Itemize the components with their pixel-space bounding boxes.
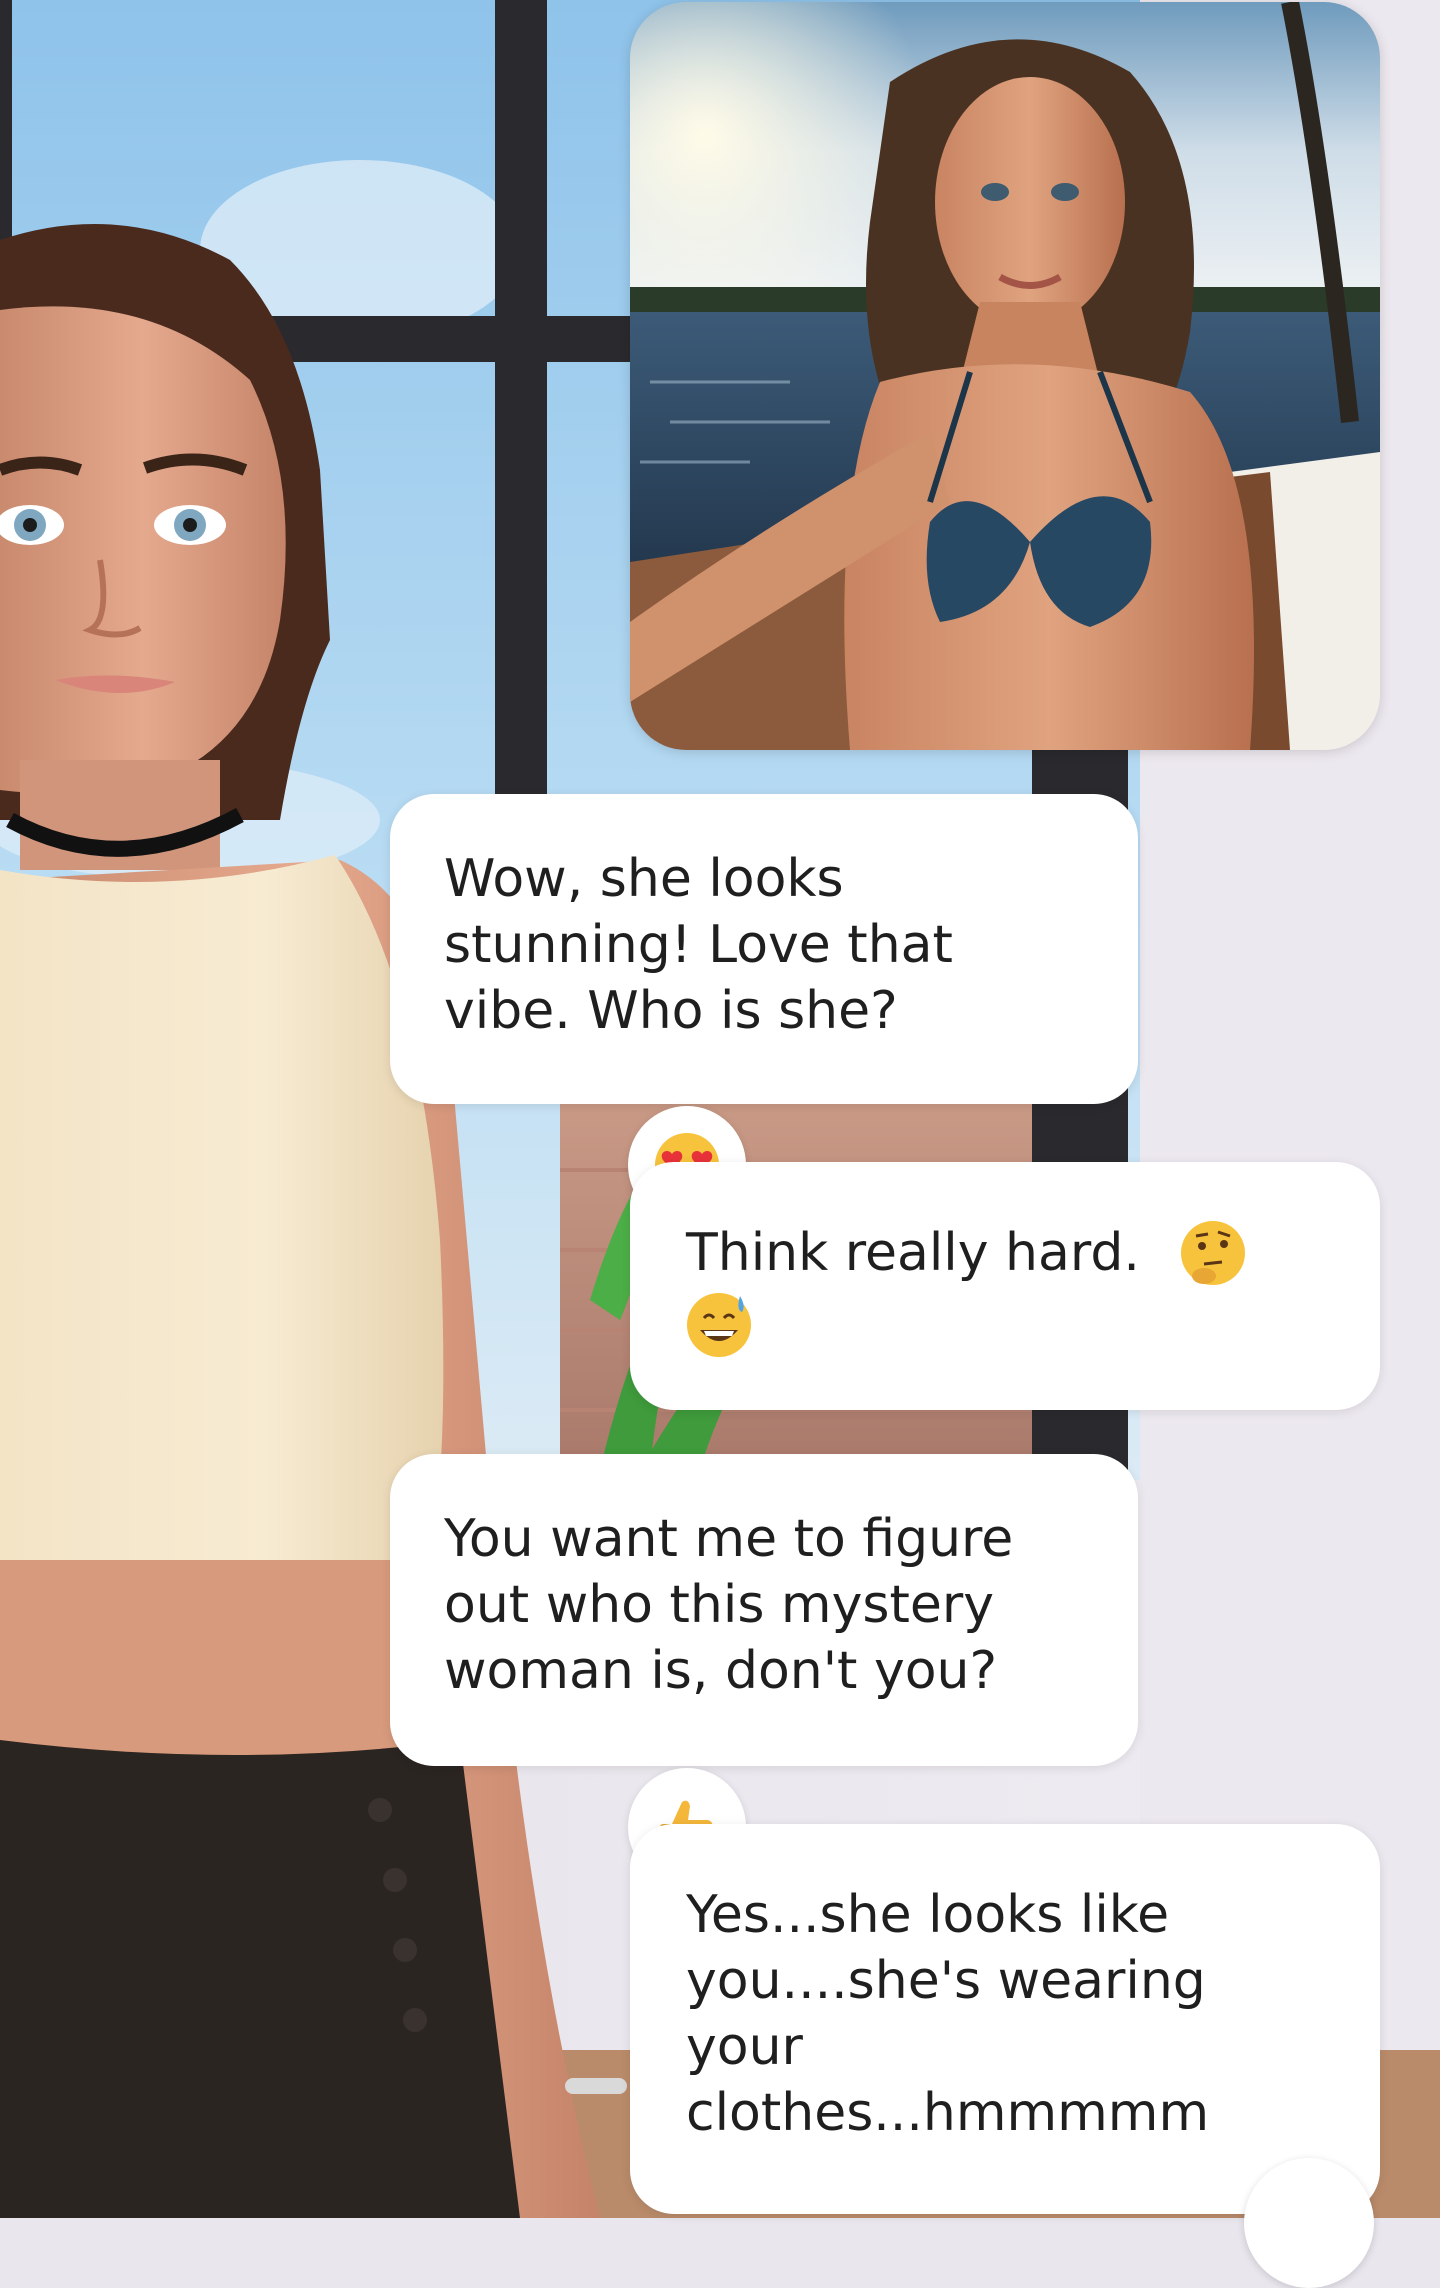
message-text: Think really hard. bbox=[686, 1223, 1140, 1283]
message-text: Yes...she looks like you....she's wearin… bbox=[686, 1885, 1210, 2143]
woman-selfie-image bbox=[630, 2, 1380, 750]
message-text: Wow, she looks stunning! Love that vibe.… bbox=[444, 849, 953, 1041]
chat-bubble-user-2: Yes...she looks like you....she's wearin… bbox=[630, 1824, 1380, 2214]
thinking-face-emoji-icon bbox=[1178, 1218, 1248, 1304]
grinning-sweat-emoji-icon bbox=[684, 1290, 754, 1376]
message-text: You want me to figure out who this myste… bbox=[444, 1509, 1014, 1701]
chat-bubble-avatar-1: Wow, she looks stunning! Love that vibe.… bbox=[390, 794, 1138, 1104]
shared-photo[interactable] bbox=[630, 2, 1380, 750]
chat-bubble-avatar-2: You want me to figure out who this myste… bbox=[390, 1454, 1138, 1766]
chat-bubble-user-1: Think really hard. bbox=[630, 1162, 1380, 1410]
scroll-down-button[interactable] bbox=[1244, 2158, 1374, 2288]
